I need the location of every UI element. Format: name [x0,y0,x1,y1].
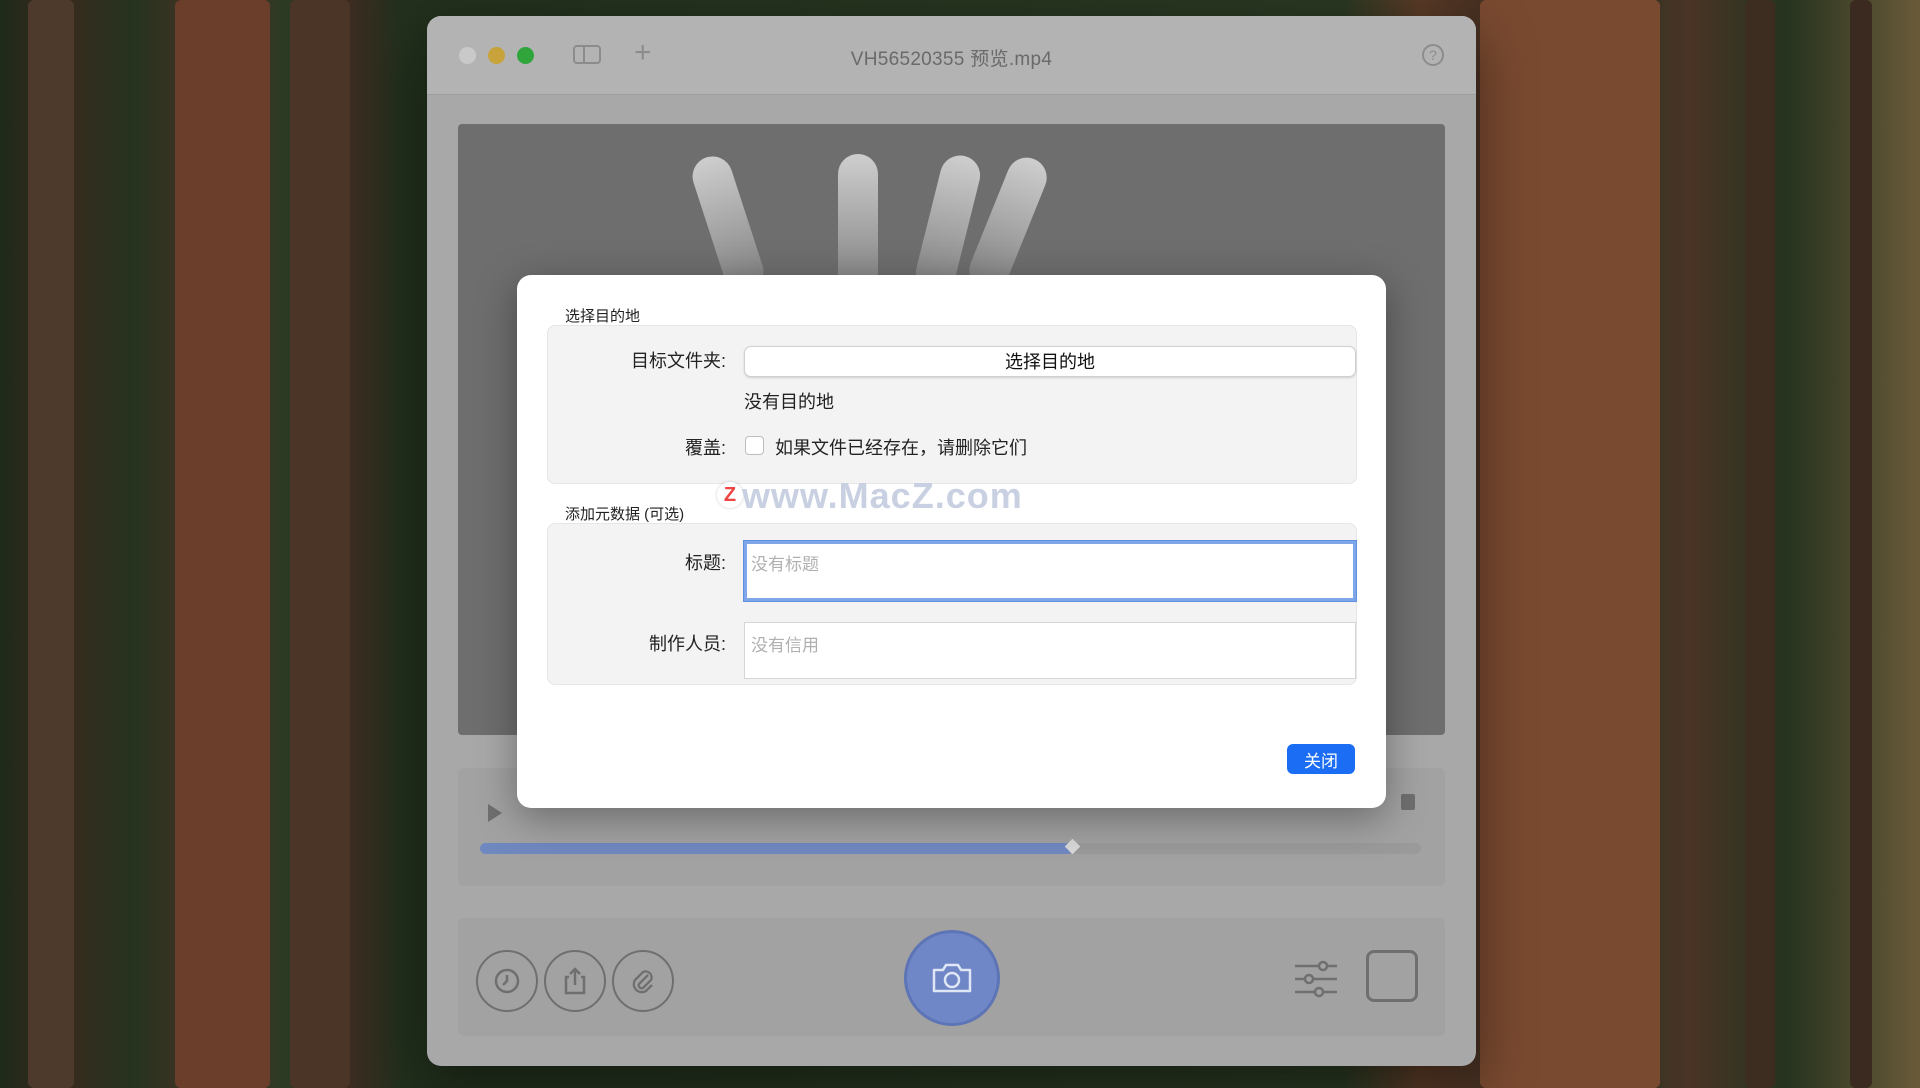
capture-button[interactable] [904,930,1000,1026]
background-trunk [1480,0,1660,1088]
help-icon[interactable]: ? [1422,44,1444,66]
title-label: 标题: [684,553,726,573]
destination-section-title: 选择目的地 [565,308,641,325]
stop-button[interactable] [1366,950,1418,1002]
credits-label: 制作人员: [648,634,726,654]
timeline-track[interactable] [480,838,1421,855]
target-folder-label: 目标文件夹: [630,351,726,371]
background-trunk [175,0,270,1088]
choose-destination-button[interactable]: 选择目的地 [744,346,1356,377]
share-button[interactable] [544,950,606,1012]
title-field[interactable] [744,541,1356,601]
play-icon[interactable] [488,804,502,822]
destination-group: 目标文件夹: 选择目的地 没有目的地 覆盖: 如果文件已经存在，请删除它们 [547,325,1357,484]
watermark-badge: Z [717,482,743,508]
close-button[interactable]: 关闭 [1287,744,1355,774]
window-title: VH56520355 预览.mp4 [850,49,1053,70]
paperclip-icon [632,970,653,994]
video-frame-detail [838,154,878,294]
background-trunk [1745,0,1775,1088]
overwrite-label: 覆盖: [684,438,726,458]
watermark-text: www.MacZ.com [742,475,1023,516]
destination-value: 没有目的地 [744,392,834,412]
background-trunk [28,0,74,1088]
camera-icon [932,963,972,993]
share-icon [564,967,586,995]
timer-button[interactable] [476,950,538,1012]
export-settings-dialog: 选择目的地 目标文件夹: 选择目的地 没有目的地 覆盖: 如果文件已经存在，请删… [517,275,1386,808]
credits-field[interactable] [744,622,1356,679]
background-trunk [290,0,350,1088]
metadata-section-title: 添加元数据 (可选) [565,506,685,523]
attach-button[interactable] [612,950,674,1012]
metadata-group: 标题: 制作人员: [547,523,1357,685]
overwrite-checkbox[interactable] [745,436,764,455]
background-trunk [1850,0,1872,1088]
title-bar: + VH56520355 预览.mp4 ? [427,16,1476,95]
sliders-icon[interactable] [1295,960,1337,998]
timer-icon [494,968,520,994]
timeline-progress [480,843,1073,854]
overwrite-checkbox-label[interactable]: 如果文件已经存在，请删除它们 [775,434,1027,460]
lock-icon[interactable] [1401,794,1415,810]
bottom-toolbar [458,918,1445,1036]
